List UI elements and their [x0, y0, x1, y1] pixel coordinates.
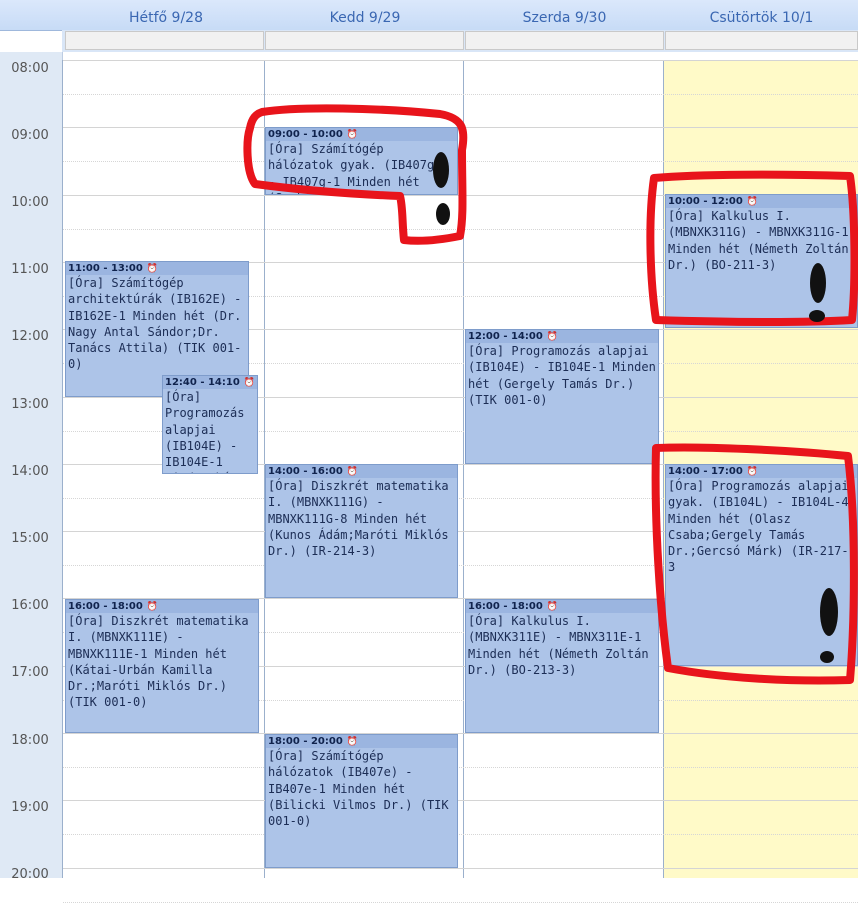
alarm-clock-icon: ⏰	[746, 197, 758, 207]
day-header-thursday[interactable]: Csütörtök 10/1	[665, 0, 858, 30]
event-text: [Óra] Számítógép hálózatok gyak. (IB407g…	[268, 142, 442, 194]
alarm-clock-icon: ⏰	[546, 332, 558, 342]
event-time: 18:00 - 20:00	[268, 736, 343, 747]
all-day-cell-monday[interactable]	[65, 31, 264, 50]
event-text: [Óra] Diszkrét matematika I. (MBNXK111G)…	[268, 479, 449, 559]
event-time: 14:00 - 16:00	[268, 466, 343, 477]
day-header-monday[interactable]: Hétfő 9/28	[67, 0, 265, 30]
hour-line	[63, 733, 858, 734]
event-card[interactable]: 14:00 - 16:00 ⏰ [Óra] Diszkrét matematika…	[265, 464, 458, 598]
time-label: 10:00	[11, 195, 49, 210]
time-label: 17:00	[11, 665, 49, 680]
alarm-clock-icon: ⏰	[746, 467, 758, 477]
event-text: [Óra] Diszkrét matematika I. (MBNXK111E)…	[68, 614, 249, 710]
alarm-clock-icon: ⏰	[346, 737, 358, 747]
alarm-clock-icon: ⏰	[146, 264, 158, 274]
hour-line	[63, 127, 858, 128]
event-time: 12:00 - 14:00	[468, 331, 543, 342]
time-label: 20:00	[11, 867, 49, 882]
event-text: [Óra] Számítógép hálózatok (IB407e) - IB…	[268, 749, 449, 829]
time-label: 09:00	[11, 128, 49, 143]
event-time: 12:40 - 14:10	[165, 377, 240, 388]
all-day-cell-thursday[interactable]	[665, 31, 858, 50]
time-label: 13:00	[11, 397, 49, 412]
alarm-clock-icon: ⏰	[546, 602, 558, 612]
time-label: 11:00	[11, 262, 49, 277]
half-hour-line	[63, 161, 858, 162]
event-card[interactable]: 14:00 - 17:00 ⏰ [Óra] Programozás alapjai…	[665, 464, 858, 666]
time-label: 12:00	[11, 329, 49, 344]
event-card[interactable]: 12:00 - 14:00 ⏰ [Óra] Programozás alapjai…	[465, 329, 659, 464]
event-time: 16:00 - 18:00	[68, 601, 143, 612]
day-header-wednesday[interactable]: Szerda 9/30	[465, 0, 664, 30]
time-label: 15:00	[11, 531, 49, 546]
event-text: [Óra] Számítógép architektúrák (IB162E) …	[68, 276, 242, 372]
half-hour-line	[63, 94, 858, 95]
event-text: [Óra] Kalkulus I. (MBNXK311E) - MBNX311E…	[468, 614, 649, 677]
all-day-row	[62, 30, 858, 52]
hour-line	[63, 60, 858, 61]
event-time: 16:00 - 18:00	[468, 601, 543, 612]
alarm-clock-icon: ⏰	[146, 602, 158, 612]
all-day-cell-tuesday[interactable]	[265, 31, 464, 50]
time-label: 14:00	[11, 464, 49, 479]
event-text: [Óra] Programozás alapjai gyak. (IB104L)…	[668, 479, 849, 575]
alarm-clock-icon: ⏰	[346, 130, 358, 140]
event-time: 14:00 - 17:00	[668, 466, 743, 477]
day-header-tuesday[interactable]: Kedd 9/29	[266, 0, 464, 30]
day-header: Hétfő 9/28 Kedd 9/29 Szerda 9/30 Csütört…	[0, 0, 858, 31]
event-card[interactable]: 18:00 - 20:00 ⏰ [Óra] Számítógép hálózato…	[265, 734, 458, 868]
event-time: 10:00 - 12:00	[668, 196, 743, 207]
event-time: 11:00 - 13:00	[68, 263, 143, 274]
all-day-cell-wednesday[interactable]	[465, 31, 664, 50]
time-label: 18:00	[11, 733, 49, 748]
time-label: 08:00	[11, 61, 49, 76]
event-card[interactable]: 12:40 - 14:10 ⏰ [Óra] Programozás alapjai…	[162, 375, 258, 474]
half-hour-line	[63, 767, 858, 768]
event-text: [Óra] Kalkulus I. (MBNXK311G) - MBNXK311…	[668, 209, 849, 272]
time-label: 19:00	[11, 800, 49, 815]
event-text: [Óra] Programozás alapjai (IB104E) - IB1…	[165, 390, 245, 473]
time-gutter: 08:00 09:00 10:00 11:00 12:00 13:00 14:0…	[0, 52, 63, 882]
event-text: [Óra] Programozás alapjai (IB104E) - IB1…	[468, 344, 656, 407]
alarm-clock-icon: ⏰	[243, 378, 255, 388]
half-hour-line	[63, 834, 858, 835]
event-card[interactable]: 09:00 - 10:00 ⏰ [Óra] Számítógép hálózato…	[265, 127, 458, 195]
time-label: 16:00	[11, 598, 49, 613]
event-card[interactable]: 16:00 - 18:00 ⏰ [Óra] Kalkulus I. (MBNXK3…	[465, 599, 659, 733]
hour-line	[63, 800, 858, 801]
event-card[interactable]: 16:00 - 18:00 ⏰ [Óra] Diszkrét matematika…	[65, 599, 259, 733]
event-card[interactable]: 10:00 - 12:00 ⏰ [Óra] Kalkulus I. (MBNXK3…	[665, 194, 858, 328]
alarm-clock-icon: ⏰	[346, 467, 358, 477]
hour-line	[63, 868, 858, 869]
event-time: 09:00 - 10:00	[268, 129, 343, 140]
